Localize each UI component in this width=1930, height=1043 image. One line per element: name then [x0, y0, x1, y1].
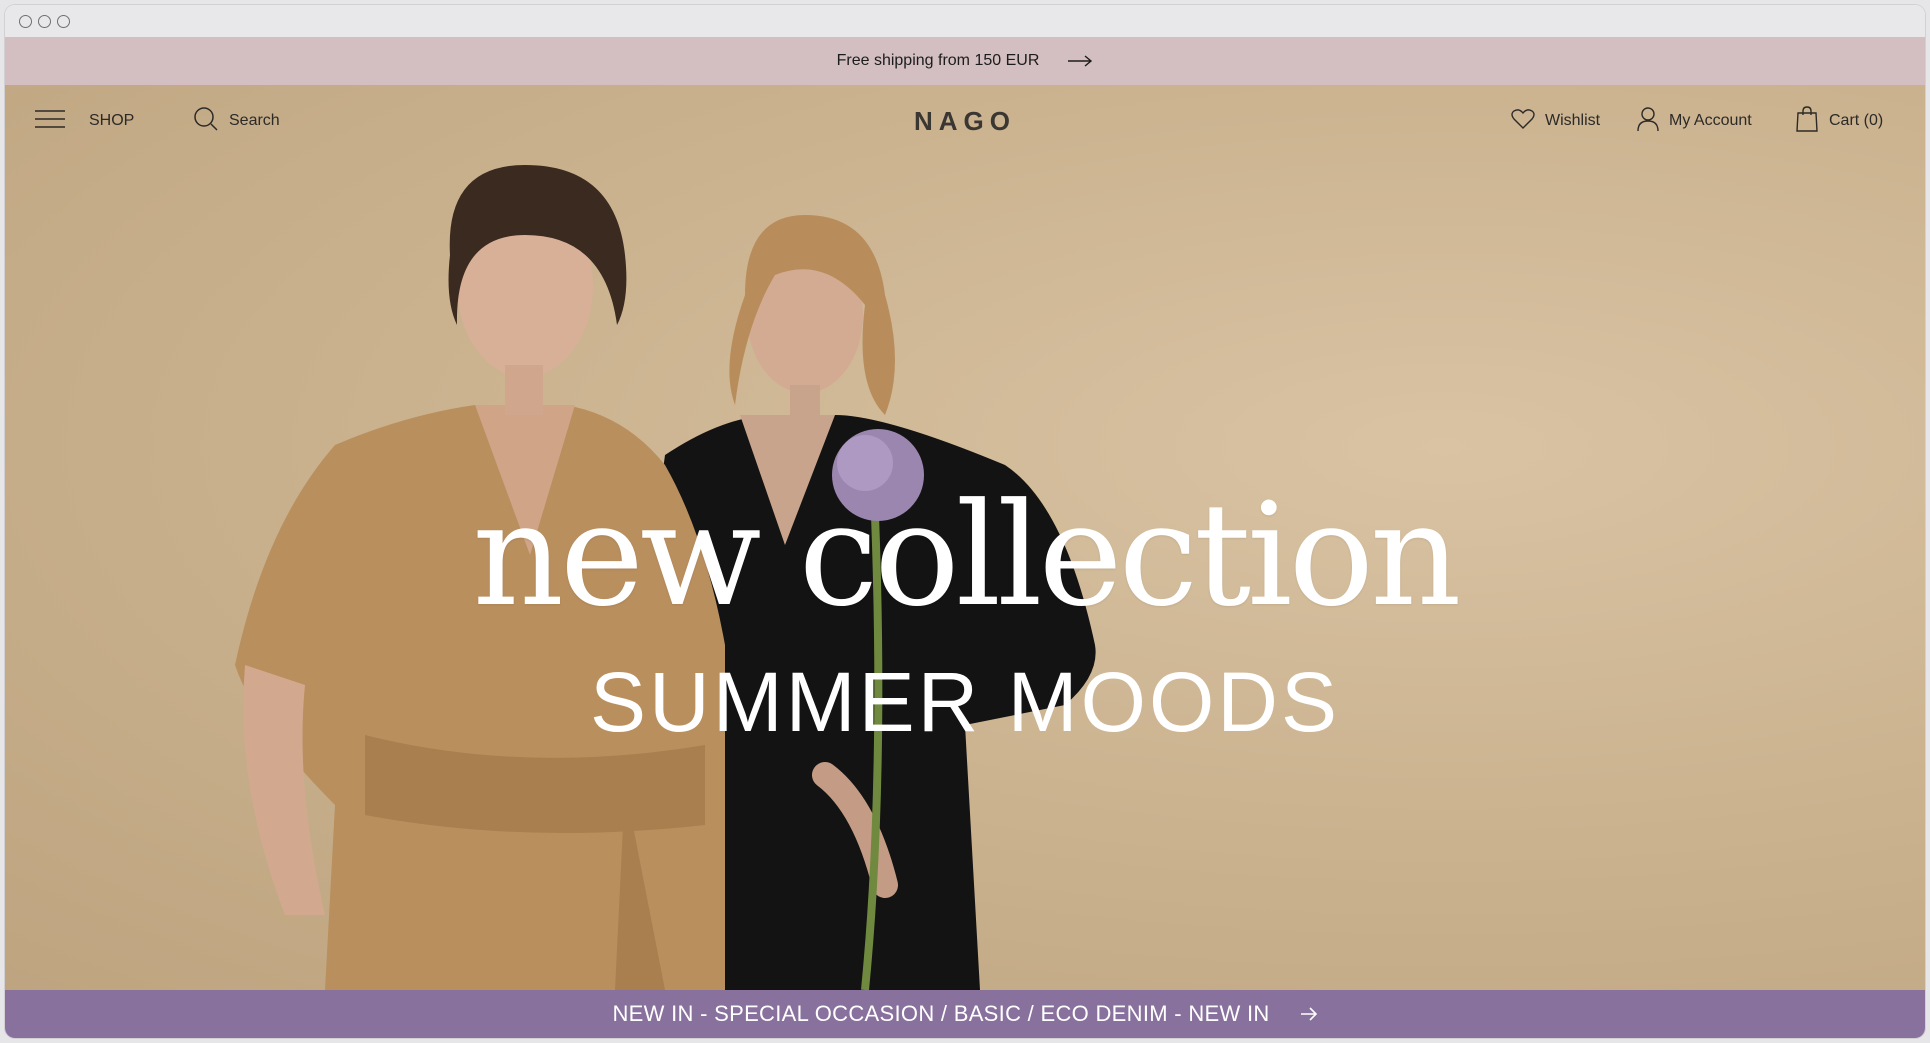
wishlist-link[interactable]: Wishlist [1511, 108, 1600, 135]
minimize-window-button[interactable] [38, 14, 51, 28]
my-account-label: My Account [1669, 112, 1752, 129]
close-window-button[interactable] [19, 14, 32, 28]
hero-subheadline: SUMMER MOODS [590, 655, 1340, 749]
search-icon [193, 106, 219, 137]
my-account-link[interactable]: My Account [1637, 106, 1752, 137]
heart-icon [1511, 108, 1535, 135]
browser-window: Free shipping from 150 EUR SHOP Search N… [5, 5, 1925, 1038]
shop-menu-label: SHOP [89, 112, 135, 129]
promo-bar[interactable]: NEW IN - SPECIAL OCCASION / BASIC / ECO … [5, 990, 1925, 1038]
arrow-right-icon [1300, 1001, 1318, 1027]
search-button[interactable]: Search [193, 106, 280, 137]
hamburger-menu-icon [35, 109, 65, 134]
cart-link[interactable]: Cart (0) [1795, 105, 1883, 138]
maximize-window-button[interactable] [57, 14, 70, 28]
user-icon [1637, 106, 1659, 137]
promo-text: NEW IN - SPECIAL OCCASION / BASIC / ECO … [612, 1001, 1270, 1026]
window-titlebar [5, 5, 1925, 37]
hero-headline: new collection [472, 473, 1461, 638]
shop-menu-button[interactable]: SHOP [35, 109, 134, 134]
hero-banner[interactable]: SHOP Search NAGO Wishlist My Account Car… [5, 85, 1925, 990]
shopping-bag-icon [1795, 105, 1819, 138]
site-logo[interactable]: NAGO [914, 106, 1016, 137]
wishlist-label: Wishlist [1545, 112, 1601, 129]
site-header: SHOP Search NAGO Wishlist My Account Car… [5, 85, 1925, 157]
cart-label: Cart (0) [1829, 112, 1884, 129]
search-label: Search [229, 112, 280, 129]
announcement-bar[interactable]: Free shipping from 150 EUR [5, 37, 1925, 85]
announcement-text: Free shipping from 150 EUR [836, 52, 1040, 69]
arrow-right-icon [1067, 55, 1093, 67]
